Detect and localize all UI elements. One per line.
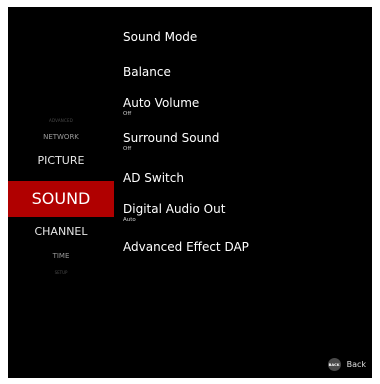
- menu-item-surround-sound[interactable]: Surround Sound Off: [123, 131, 219, 153]
- tv-menu-screen: ADVANCED NETWORK PICTURE SOUND CHANNEL T…: [8, 7, 372, 378]
- menu-item-label: Auto Volume: [123, 96, 200, 110]
- menu-item-sound-mode[interactable]: Sound Mode: [123, 30, 197, 44]
- menu-item-digital-audio-out[interactable]: Digital Audio Out Auto: [123, 202, 225, 224]
- menu-item-value: Auto: [123, 217, 136, 223]
- menu-item-label: AD Switch: [123, 171, 184, 185]
- menu-item-label: Balance: [123, 65, 171, 79]
- menu-item-label: Digital Audio Out: [123, 202, 226, 216]
- menu-item-ad-switch[interactable]: AD Switch: [123, 171, 184, 185]
- back-button[interactable]: BACK Back: [327, 358, 366, 371]
- menu-item-value: Off: [123, 146, 132, 152]
- menu-item-balance[interactable]: Balance: [123, 65, 171, 79]
- nav-setup[interactable]: SETUP: [8, 270, 114, 275]
- menu-item-label: Advanced Effect DAP: [123, 240, 249, 254]
- menu-item-label: Surround Sound: [123, 131, 220, 145]
- menu-item-value: Off: [123, 111, 132, 117]
- nav-time[interactable]: TIME: [8, 252, 114, 260]
- menu-item-label: Sound Mode: [123, 30, 198, 44]
- nav-picture[interactable]: PICTURE: [8, 154, 114, 167]
- nav-channel[interactable]: CHANNEL: [8, 225, 114, 238]
- back-icon: BACK: [327, 358, 341, 371]
- back-label: Back: [346, 360, 366, 369]
- menu-item-auto-volume[interactable]: Auto Volume Off: [123, 96, 199, 118]
- menu-item-advanced-effect-dap[interactable]: Advanced Effect DAP: [123, 240, 249, 254]
- nav-advanced[interactable]: ADVANCED: [8, 118, 114, 123]
- nav-sound-selected[interactable]: SOUND: [8, 181, 114, 217]
- nav-network[interactable]: NETWORK: [8, 133, 114, 141]
